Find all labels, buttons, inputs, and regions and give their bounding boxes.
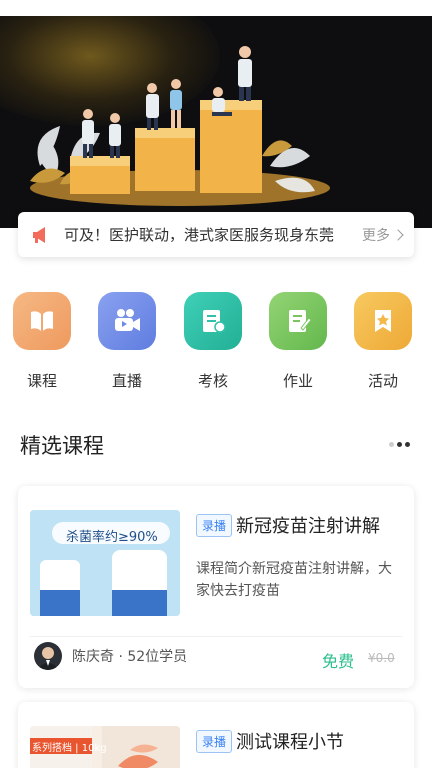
dot-active bbox=[397, 442, 402, 447]
avatar bbox=[34, 642, 62, 670]
menu-label-activity: 活动 bbox=[367, 372, 398, 390]
chevron-right-icon bbox=[392, 228, 404, 241]
announcement-bar[interactable]: 可及！医护联动，港式家医服务现身东莞 更多 bbox=[18, 212, 414, 257]
thumbnail-text: 系列搭档 | 10kg bbox=[32, 743, 107, 754]
star-badge-icon bbox=[354, 292, 412, 350]
menu-item-live[interactable]: 直播 bbox=[92, 288, 162, 391]
hero-banner[interactable] bbox=[0, 16, 432, 228]
course-type-tag: 录播 bbox=[196, 730, 233, 753]
announcement-text: 可及！医护联动，港式家医服务现身东莞 bbox=[64, 226, 335, 244]
course-card[interactable]: 系列搭档 | 10kg 录播 测试课程小节 bbox=[18, 702, 414, 768]
original-price: ¥0.0 bbox=[368, 651, 395, 665]
dot bbox=[389, 442, 394, 447]
menu-label-homework: 作业 bbox=[282, 372, 313, 390]
course-card[interactable]: 杀菌率约≥90% 录播 新冠疫苗注射讲解 课程简介新冠疫苗注射讲解，大家快去打疫… bbox=[18, 486, 414, 688]
megaphone-icon bbox=[33, 226, 45, 243]
status-bar bbox=[0, 0, 432, 16]
dot-active bbox=[405, 442, 410, 447]
menu-label-live: 直播 bbox=[111, 372, 142, 390]
pagination-dots bbox=[389, 442, 410, 447]
more-label: 更多 bbox=[362, 227, 390, 244]
book-icon bbox=[13, 292, 71, 350]
price-free: 免费 bbox=[322, 652, 355, 671]
course-thumbnail: 系列搭档 | 10kg bbox=[30, 726, 180, 768]
menu-item-exam[interactable]: 考核 bbox=[178, 288, 248, 391]
thumbnail-text: 杀菌率约≥90% bbox=[66, 530, 158, 545]
menu-label-exam: 考核 bbox=[197, 372, 228, 390]
divider bbox=[30, 636, 402, 637]
video-camera-icon bbox=[98, 292, 156, 350]
menu-item-homework[interactable]: 作业 bbox=[263, 288, 333, 391]
course-description: 课程简介新冠疫苗注射讲解，大家快去打疫苗 bbox=[196, 561, 392, 599]
homework-notebook-icon bbox=[269, 292, 327, 350]
quick-menu: 课程 直播 考核 作业 活动 bbox=[0, 288, 432, 398]
more-link[interactable]: 更多 bbox=[362, 225, 404, 245]
section-title: 精选课程 bbox=[20, 434, 104, 458]
course-title: 新冠疫苗注射讲解 bbox=[236, 516, 380, 537]
exam-certificate-icon bbox=[184, 292, 242, 350]
menu-item-activity[interactable]: 活动 bbox=[348, 288, 418, 391]
menu-label-course: 课程 bbox=[26, 372, 57, 390]
course-title: 测试课程小节 bbox=[236, 732, 344, 753]
teacher-line: 陈庆奇 · 52位学员 bbox=[72, 649, 188, 665]
banner-illustration bbox=[30, 46, 330, 206]
menu-item-course[interactable]: 课程 bbox=[7, 288, 77, 391]
course-thumbnail: 杀菌率约≥90% bbox=[30, 510, 180, 616]
teacher-info: 陈庆奇 · 52位学员 bbox=[34, 642, 187, 670]
course-type-tag: 录播 bbox=[196, 514, 233, 537]
